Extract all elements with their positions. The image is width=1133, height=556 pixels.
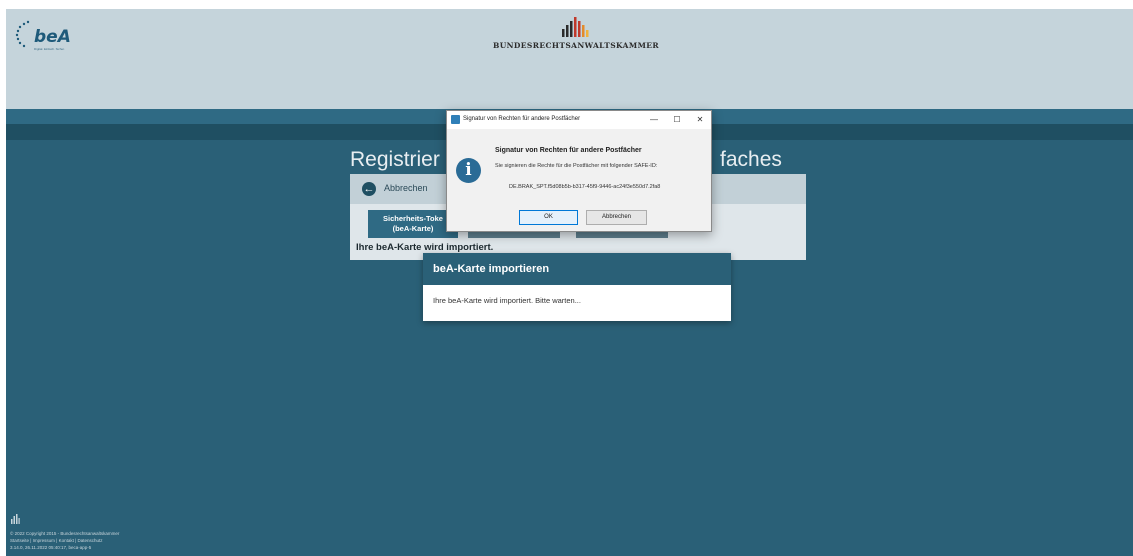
- app-icon: [451, 115, 460, 124]
- cancel-button[interactable]: Abbrechen: [586, 210, 647, 225]
- logo-text: beA: [34, 27, 71, 47]
- tab-step-3[interactable]: [576, 232, 668, 238]
- brak-bars-icon: [562, 17, 589, 37]
- signature-dialog-window: Signatur von Rechten für andere Postfäch…: [446, 110, 712, 232]
- safe-id: DE.BRAK_SPT.f5d08b5b-b317-45f9-9446-ac24…: [509, 184, 661, 190]
- maximize-icon[interactable]: ☐: [666, 113, 688, 127]
- info-icon: i: [456, 158, 481, 183]
- footer-brak-icon: [11, 514, 20, 524]
- bea-logo-icon: [15, 20, 30, 48]
- page-title: Registrier: [350, 148, 440, 171]
- footer-version: 3.14.0, 26.11.2022 05:40:17, beca-app-5: [10, 545, 92, 550]
- logo-tagline: Digital. Einfach. Sicher.: [34, 47, 65, 51]
- footer-links[interactable]: Startseite | Impressum | Kontakt | Daten…: [10, 538, 103, 543]
- ok-button[interactable]: OK: [519, 210, 578, 225]
- tab-label-line2: (beA-Karte): [392, 224, 434, 233]
- tab-label-line1: Sicherheits-Toke: [383, 214, 443, 223]
- site-header: beA Digital. Einfach. Sicher. BUNDESRECH…: [6, 9, 1133, 109]
- brak-logo: BUNDESRECHTSANWALTSKAMMER: [486, 17, 666, 50]
- bea-logo[interactable]: beA Digital. Einfach. Sicher.: [14, 19, 78, 53]
- back-arrow-icon[interactable]: ←: [362, 182, 376, 196]
- import-dialog: beA-Karte importieren Ihre beA-Karte wir…: [423, 253, 731, 321]
- window-title: Signatur von Rechten für andere Postfäch…: [463, 116, 581, 122]
- page-title-end: faches: [720, 148, 782, 171]
- status-message: Ihre beA-Karte wird importiert.: [356, 242, 494, 253]
- org-name: BUNDESRECHTSANWALTSKAMMER: [492, 41, 660, 50]
- dialog-text: Sie signieren die Rechte für die Postfäc…: [495, 163, 658, 169]
- minimize-icon[interactable]: —: [643, 113, 665, 127]
- import-dialog-message: Ihre beA-Karte wird importiert. Bitte wa…: [423, 285, 731, 321]
- import-dialog-title: beA-Karte importieren: [423, 253, 731, 285]
- footer-copyright: © 2022 Copyright 2015 - Bundesrechtsanwa…: [10, 531, 120, 536]
- browser-viewport: beA Digital. Einfach. Sicher. BUNDESRECH…: [6, 9, 1133, 556]
- window-titlebar[interactable]: Signatur von Rechten für andere Postfäch…: [447, 111, 711, 129]
- tab-step-2[interactable]: [468, 232, 560, 238]
- tab-security-token[interactable]: Sicherheits-Toke (beA-Karte): [368, 210, 458, 238]
- close-icon[interactable]: ✕: [689, 113, 711, 127]
- cancel-link[interactable]: Abbrechen: [384, 183, 428, 193]
- dialog-heading: Signatur von Rechten für andere Postfäch…: [495, 147, 642, 154]
